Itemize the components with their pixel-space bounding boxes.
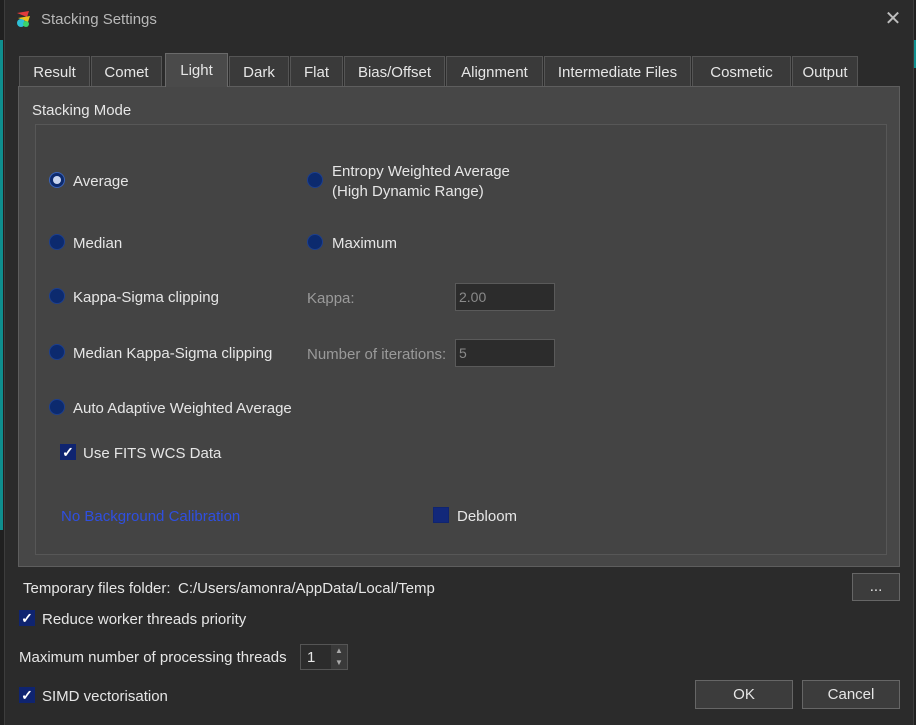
label-median: Median <box>73 235 123 252</box>
title-bar: Stacking Settings ✕ <box>5 0 913 40</box>
ok-button[interactable]: OK <box>695 680 793 709</box>
radio-average[interactable] <box>49 172 65 188</box>
reduce-priority-label: Reduce worker threads priority <box>42 611 247 628</box>
iterations-field[interactable]: 5 <box>455 339 555 367</box>
radio-median-kappa-sigma[interactable] <box>49 344 65 360</box>
max-threads-spinbox[interactable]: 1 ▲ ▼ <box>300 644 348 670</box>
debloom-label: Debloom <box>457 508 518 525</box>
tab-flat[interactable]: Flat <box>290 56 343 86</box>
background-calibration-link[interactable]: No Background Calibration <box>61 508 240 525</box>
tab-comet[interactable]: Comet <box>91 56 162 86</box>
use-fits-checkbox[interactable]: ✓ <box>60 444 76 460</box>
iterations-label: Number of iterations: <box>307 346 447 363</box>
simd-label: SIMD vectorisation <box>42 688 168 705</box>
max-threads-value: 1 <box>307 649 316 666</box>
background-edge-left <box>0 40 3 530</box>
use-fits-label: Use FITS WCS Data <box>83 445 222 462</box>
radio-maximum[interactable] <box>307 234 323 250</box>
tab-intermediate-files[interactable]: Intermediate Files <box>544 56 691 86</box>
spin-up-icon[interactable]: ▲ <box>331 645 347 657</box>
stacking-mode-group: Average Entropy Weighted Average (High D… <box>35 124 887 555</box>
reduce-priority-checkbox[interactable]: ✓ <box>19 610 35 626</box>
stacking-settings-dialog: Stacking Settings ✕ Result Comet Light D… <box>4 0 914 725</box>
radio-kappa-sigma[interactable] <box>49 288 65 304</box>
tab-output[interactable]: Output <box>792 56 858 86</box>
tab-dark[interactable]: Dark <box>229 56 289 86</box>
tab-light[interactable]: Light <box>165 53 228 87</box>
tab-bias-offset[interactable]: Bias/Offset <box>344 56 445 86</box>
simd-checkbox[interactable]: ✓ <box>19 687 35 703</box>
label-median-kappa-sigma: Median Kappa-Sigma clipping <box>73 345 273 362</box>
spin-arrows: ▲ ▼ <box>331 645 347 669</box>
radio-auto-adaptive[interactable] <box>49 399 65 415</box>
light-tab-panel: Stacking Mode Average Entropy Weighted A… <box>18 86 900 567</box>
cancel-button[interactable]: Cancel <box>802 680 900 709</box>
label-maximum: Maximum <box>332 235 398 252</box>
radio-entropy-weighted-average[interactable] <box>307 172 323 188</box>
browse-temp-folder-button[interactable]: ... <box>852 573 900 601</box>
temp-folder-path: C:/Users/amonra/AppData/Local/Temp <box>178 580 435 597</box>
label-entropy-line2: (High Dynamic Range) <box>332 183 484 200</box>
label-kappa-sigma: Kappa-Sigma clipping <box>73 289 219 306</box>
label-average: Average <box>73 173 129 190</box>
label-auto-adaptive: Auto Adaptive Weighted Average <box>73 400 292 417</box>
stacking-mode-title: Stacking Mode <box>32 102 132 119</box>
spin-down-icon[interactable]: ▼ <box>331 657 347 669</box>
temp-folder-label: Temporary files folder: <box>23 580 171 597</box>
max-threads-label: Maximum number of processing threads <box>19 649 287 666</box>
window-title: Stacking Settings <box>41 11 157 28</box>
label-entropy-line1: Entropy Weighted Average <box>332 163 510 180</box>
tab-cosmetic[interactable]: Cosmetic <box>692 56 791 86</box>
radio-median[interactable] <box>49 234 65 250</box>
debloom-checkbox[interactable] <box>433 507 449 523</box>
tab-result[interactable]: Result <box>19 56 90 86</box>
tab-alignment[interactable]: Alignment <box>446 56 543 86</box>
close-icon[interactable]: ✕ <box>883 9 903 29</box>
kappa-label: Kappa: <box>307 290 355 307</box>
kappa-field[interactable]: 2.00 <box>455 283 555 311</box>
app-logo-icon <box>17 11 30 27</box>
